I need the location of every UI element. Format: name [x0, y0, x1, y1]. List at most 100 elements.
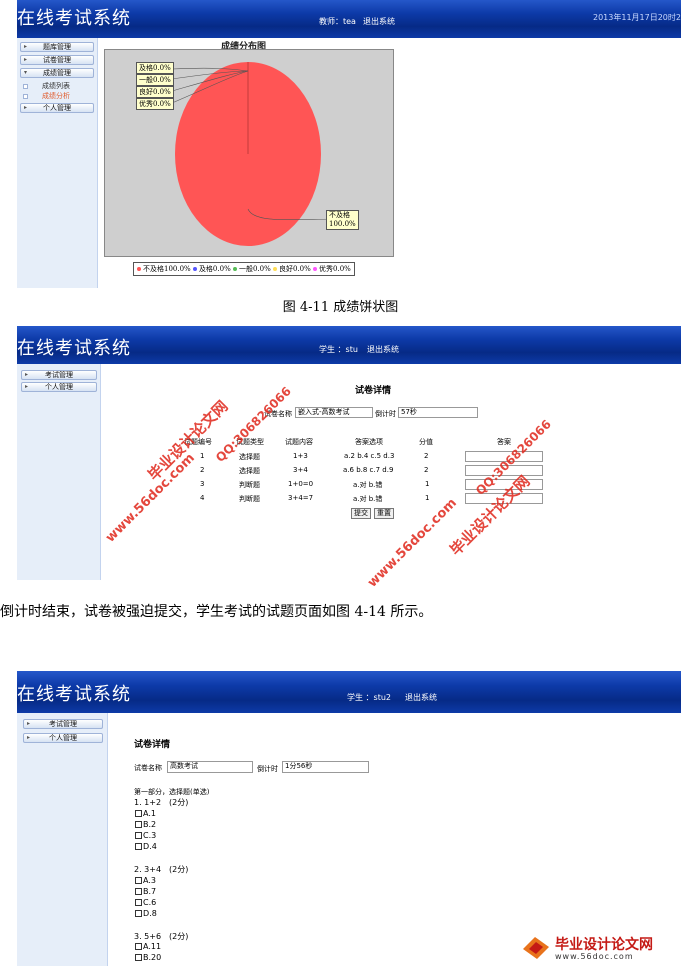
reset-button[interactable]: 重置: [374, 508, 394, 519]
menu-profile[interactable]: ▸ 个人管理: [23, 733, 103, 743]
option-checkbox[interactable]: D.8: [135, 909, 157, 918]
user-info: 学生 ：stu2: [347, 693, 392, 702]
bullet-icon: [23, 93, 28, 99]
option-checkbox[interactable]: C.6: [135, 898, 156, 907]
chevron-right-icon: ▸: [25, 383, 29, 390]
menu-exam[interactable]: ▸ 考试管理: [21, 370, 97, 380]
legend-entry-excellent: 优秀0.0%: [319, 265, 351, 273]
logout-link[interactable]: 退出系统: [405, 692, 437, 703]
chevron-right-icon: ▸: [24, 104, 28, 111]
slice-label-average: 一般0.0%: [136, 74, 174, 86]
checkbox-icon: [135, 843, 142, 850]
cell-options: a.2 b.4 c.5 d.3: [344, 452, 395, 460]
legend-swatch: [192, 267, 197, 271]
submenu-score-list[interactable]: 成绩列表: [23, 81, 70, 91]
countdown-field[interactable]: 1分56秒: [282, 761, 369, 773]
cell-options: a.对 b.错: [353, 495, 383, 503]
app-title: 在线考试系统: [17, 338, 131, 359]
menu-profile[interactable]: ▸ 个人管理: [20, 103, 94, 113]
checkbox-icon: [135, 810, 142, 817]
cell-type: 判断题: [239, 481, 260, 489]
bullet-icon: [23, 83, 28, 89]
cell-id: 4: [200, 494, 205, 502]
cell-id: 3: [200, 480, 205, 488]
cell-id: 1: [200, 452, 205, 460]
checkbox-icon: [135, 877, 142, 884]
screenshot-score-pie: 在线考试系统 教师：tea 退出系统 2013年11月17日20时2 ▸ 题库管理…: [17, 0, 681, 288]
cell-type: 判断题: [239, 495, 260, 503]
menu-score[interactable]: ▾ 成绩管理: [20, 68, 94, 78]
option-checkbox[interactable]: A.1: [135, 809, 156, 818]
footer-logo-name: 毕业设计论文网: [555, 937, 653, 953]
slice-label-fail: 不及格 100.0%: [326, 210, 359, 230]
option-checkbox[interactable]: A.11: [135, 942, 161, 951]
legend-entry-pass: 及格0.0%: [198, 265, 231, 273]
slice-label-pass: 及格0.0%: [136, 62, 174, 74]
section-title: 第一部分，选择题(单选): [134, 788, 210, 796]
legend-swatch: [313, 267, 318, 271]
col-header-score: 分值: [419, 438, 433, 446]
checkbox-icon: [135, 910, 142, 917]
question-title: 2. 3+4 (2分): [134, 865, 189, 874]
slice-label-excellent: 优秀0.0%: [136, 98, 174, 110]
slice-label-good: 良好0.0%: [136, 86, 174, 98]
paper-name-field[interactable]: 高数考试: [167, 761, 253, 773]
menu-exam[interactable]: ▸ 考试管理: [23, 719, 103, 729]
legend-entry-fail: 不及格100.0%: [143, 265, 191, 273]
chevron-right-icon: ▸: [25, 371, 29, 378]
cell-type: 选择题: [239, 467, 260, 475]
cell-score: 1: [425, 494, 430, 502]
countdown-field[interactable]: 57秒: [398, 407, 478, 418]
option-checkbox[interactable]: D.4: [135, 842, 157, 851]
figure-caption: 图 4-11 成绩饼状图: [282, 300, 399, 315]
chevron-down-icon: ▾: [24, 69, 28, 76]
menu-question-bank[interactable]: ▸ 题库管理: [20, 42, 94, 52]
option-checkbox[interactable]: C.3: [135, 831, 156, 840]
option-checkbox[interactable]: B.7: [135, 887, 156, 896]
page-title: 试卷详情: [134, 740, 171, 750]
menu-paper[interactable]: ▸ 试卷管理: [20, 55, 94, 65]
cell-content: 3+4=7: [288, 494, 314, 502]
checkbox-icon: [135, 954, 142, 961]
footer-logo-url: www.56doc.com: [555, 952, 634, 961]
app-title: 在线考试系统: [17, 8, 131, 29]
app-banner: 在线考试系统 学生 ：stu2 退出系统: [17, 671, 681, 713]
screenshot-exam-questions: 在线考试系统 学生 ：stu2 退出系统 ▸ 考试管理 ▸ 个人管理 试卷详情 试卷…: [17, 671, 681, 966]
legend-entry-average: 一般0.0%: [238, 265, 271, 273]
submit-button[interactable]: 提交: [351, 508, 371, 519]
cell-content: 1+3: [293, 452, 308, 460]
checkbox-icon: [135, 899, 142, 906]
cell-content: 3+4: [293, 466, 308, 474]
body-paragraph: 倒计时结束，试卷被强迫提交，学生考试的试题页面如图 4-14 所示。: [0, 604, 433, 620]
legend-swatch: [232, 267, 237, 271]
option-checkbox[interactable]: B.20: [135, 953, 161, 962]
user-info: 学生 ：stu: [319, 345, 358, 354]
app-banner: 在线考试系统 教师：tea 退出系统 2013年11月17日20时2: [17, 0, 681, 38]
cell-options: a.6 b.8 c.7 d.9: [343, 466, 394, 474]
chart-legend: 不及格100.0% 及格0.0% 一般0.0% 良好0.0% 优秀0.0%: [133, 262, 355, 276]
app-banner: 在线考试系统 学生 ：stu 退出系统: [17, 326, 681, 364]
cell-type: 选择题: [239, 453, 260, 461]
footer-logo: 毕业设计论文网 www.56doc.com: [519, 932, 679, 964]
submenu-score-analysis[interactable]: 成绩分析: [23, 91, 70, 101]
checkbox-icon: [135, 888, 142, 895]
cell-score: 2: [424, 466, 429, 474]
legend-entry-good: 良好0.0%: [279, 265, 311, 273]
cell-content: 1+0=0: [288, 480, 314, 488]
paper-name-field[interactable]: 嵌入式-高数考试: [295, 407, 373, 418]
countdown-label: 倒计时: [375, 410, 396, 418]
option-checkbox[interactable]: A.3: [135, 876, 156, 885]
checkbox-icon: [135, 943, 142, 950]
countdown-label: 倒计时: [257, 765, 278, 773]
cell-id: 2: [200, 466, 205, 474]
chevron-right-icon: ▸: [24, 43, 28, 50]
chevron-right-icon: ▸: [24, 56, 28, 63]
logout-link[interactable]: 退出系统: [367, 344, 399, 355]
legend-swatch: [273, 267, 277, 271]
app-title: 在线考试系统: [17, 684, 131, 705]
sidebar: ▸ 题库管理 ▸ 试卷管理 ▾ 成绩管理 成绩列表 成绩分析 ▸ 个人管理: [17, 38, 98, 288]
chevron-right-icon: ▸: [27, 720, 31, 727]
option-checkbox[interactable]: B.2: [135, 820, 156, 829]
logout-link[interactable]: 退出系统: [363, 16, 395, 27]
menu-profile[interactable]: ▸ 个人管理: [21, 382, 97, 392]
